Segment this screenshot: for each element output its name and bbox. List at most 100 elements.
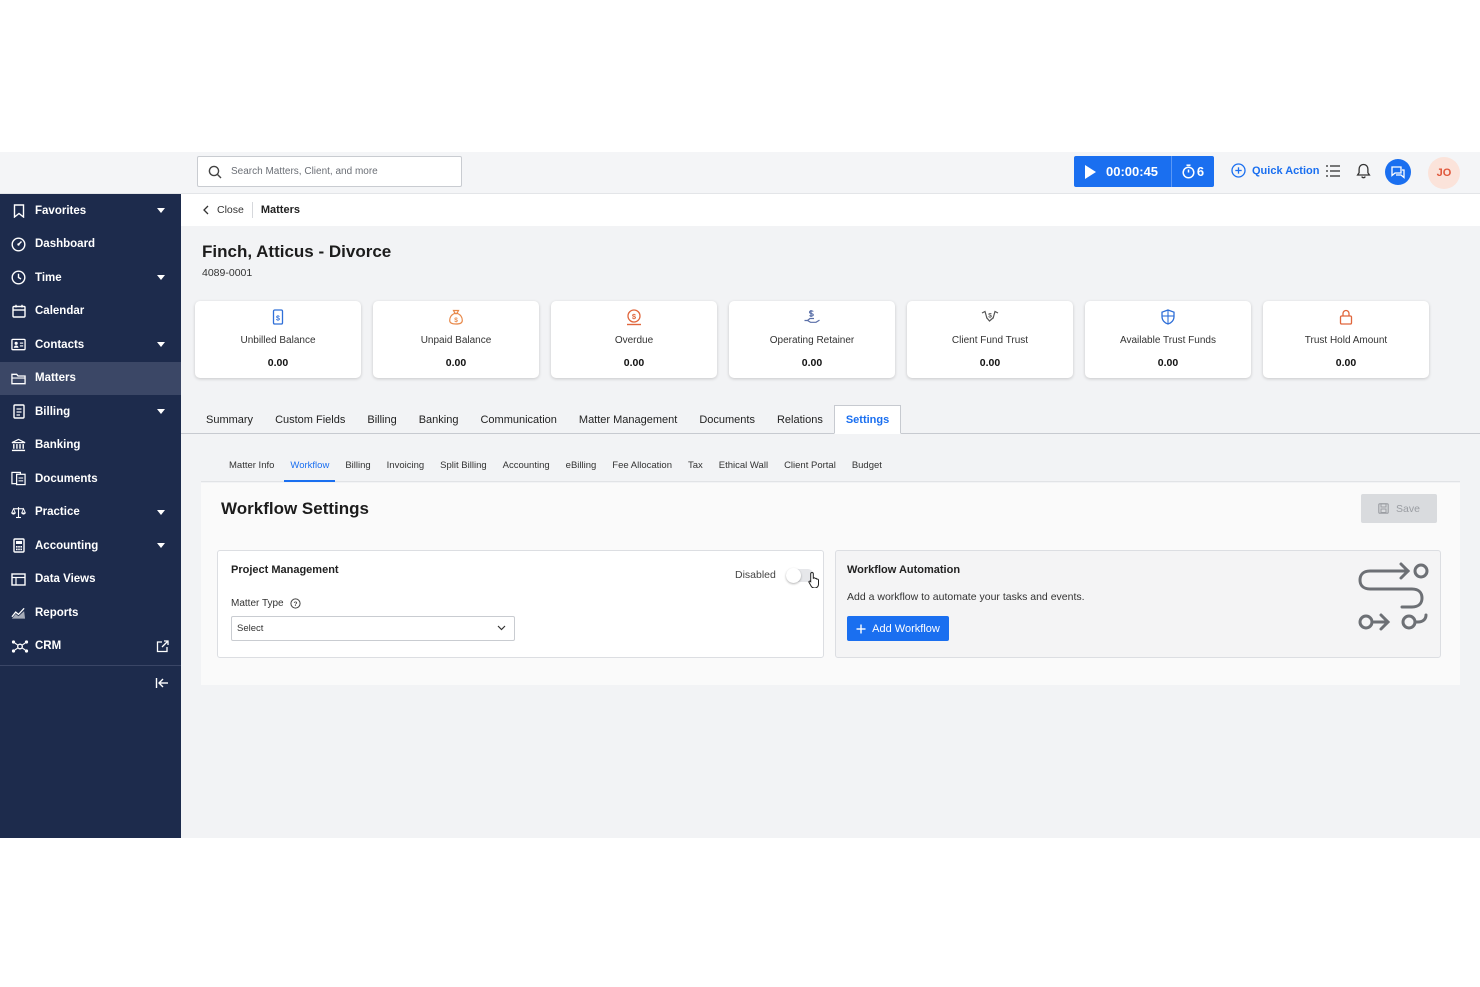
timers-count: 6 bbox=[1196, 164, 1205, 179]
sidebar-item-label: Documents bbox=[35, 472, 98, 485]
card-operating-retainer[interactable]: Operating Retainer 0.00 bbox=[729, 301, 895, 378]
calculator-icon bbox=[11, 538, 26, 553]
collapse-sidebar-button[interactable] bbox=[0, 665, 181, 700]
bank-icon bbox=[11, 438, 26, 453]
subtab-split-billing[interactable]: Split Billing bbox=[434, 452, 492, 482]
caret-down-icon bbox=[157, 208, 165, 213]
card-trust-hold-amount[interactable]: Trust Hold Amount 0.00 bbox=[1263, 301, 1429, 378]
card-unbilled-balance[interactable]: $ Unbilled Balance 0.00 bbox=[195, 301, 361, 378]
save-button[interactable]: Save bbox=[1361, 494, 1437, 523]
chat-button[interactable] bbox=[1385, 159, 1411, 185]
matter-type-select[interactable]: Select bbox=[231, 616, 515, 641]
handshake-icon: $ bbox=[981, 308, 999, 326]
subtab-tax[interactable]: Tax bbox=[682, 452, 709, 482]
sidebar-item-practice[interactable]: Practice bbox=[0, 496, 181, 530]
card-client-fund-trust[interactable]: $ Client Fund Trust 0.00 bbox=[907, 301, 1073, 378]
sidebar-item-favorites[interactable]: Favorites bbox=[0, 194, 181, 228]
sidebar-item-label: Reports bbox=[35, 606, 79, 619]
tab-billing[interactable]: Billing bbox=[356, 404, 407, 433]
subtab-ethical-wall[interactable]: Ethical Wall bbox=[713, 452, 774, 482]
quick-action-button[interactable]: Quick Action bbox=[1231, 163, 1319, 178]
chevron-left-icon bbox=[203, 205, 217, 215]
quick-action-label: Quick Action bbox=[1252, 164, 1320, 177]
sidebar-item-reports[interactable]: Reports bbox=[0, 596, 181, 630]
subtab-billing[interactable]: Billing bbox=[339, 452, 376, 482]
workflow-automation-heading: Workflow Automation bbox=[847, 564, 961, 576]
project-management-card: Project Management Disabled Matter Type … bbox=[217, 550, 824, 658]
sidebar-item-time[interactable]: Time bbox=[0, 261, 181, 295]
tab-communication[interactable]: Communication bbox=[469, 404, 567, 433]
card-label: Unpaid Balance bbox=[420, 335, 492, 346]
sidebar-item-accounting[interactable]: Accounting bbox=[0, 529, 181, 563]
select-value: Select bbox=[237, 623, 264, 634]
user-avatar[interactable]: JO bbox=[1428, 157, 1460, 189]
subtab-ebilling[interactable]: eBilling bbox=[560, 452, 603, 482]
sidebar-item-dashboard[interactable]: Dashboard bbox=[0, 228, 181, 262]
tab-settings[interactable]: Settings bbox=[833, 405, 902, 434]
timer-play-button[interactable]: 00:00:45 bbox=[1074, 156, 1172, 187]
subtab-client-portal[interactable]: Client Portal bbox=[778, 452, 842, 482]
subtab-accounting[interactable]: Accounting bbox=[497, 452, 556, 482]
search-icon bbox=[208, 165, 222, 179]
overdue-icon: $ bbox=[625, 308, 643, 326]
tab-relations[interactable]: Relations bbox=[766, 404, 834, 433]
subtab-matter-info[interactable]: Matter Info bbox=[223, 452, 280, 482]
timer-time: 00:00:45 bbox=[1106, 164, 1159, 179]
workflow-settings-panel: Workflow Settings Save Project Managemen… bbox=[201, 483, 1460, 685]
sidebar-item-matters[interactable]: Matters bbox=[0, 361, 181, 395]
subtab-workflow[interactable]: Workflow bbox=[284, 452, 336, 482]
global-search[interactable] bbox=[197, 156, 462, 187]
external-link-icon[interactable] bbox=[156, 639, 169, 653]
crm-icon bbox=[11, 639, 29, 654]
sidebar-item-label: Dashboard bbox=[35, 238, 96, 251]
settings-subtabs: Matter Info Workflow Billing Invoicing S… bbox=[201, 452, 1460, 482]
sidebar-item-label: CRM bbox=[35, 640, 62, 653]
card-value: 0.00 bbox=[623, 357, 645, 369]
tab-documents[interactable]: Documents bbox=[688, 404, 766, 433]
sidebar-item-label: Time bbox=[35, 271, 62, 284]
timers-count-button[interactable]: 6 bbox=[1172, 156, 1214, 187]
card-value: 0.00 bbox=[979, 357, 1001, 369]
bell-icon[interactable] bbox=[1356, 163, 1371, 179]
plus-circle-icon bbox=[1231, 163, 1252, 178]
card-label: Trust Hold Amount bbox=[1304, 335, 1388, 346]
sidebar-item-contacts[interactable]: Contacts bbox=[0, 328, 181, 362]
workflow-automation-description: Add a workflow to automate your tasks an… bbox=[847, 591, 1085, 603]
breadcrumb: Close Matters bbox=[181, 194, 1480, 226]
project-management-heading: Project Management bbox=[231, 564, 339, 576]
add-workflow-button[interactable]: Add Workflow bbox=[847, 616, 949, 641]
card-overdue[interactable]: $ Overdue 0.00 bbox=[551, 301, 717, 378]
sidebar-item-documents[interactable]: Documents bbox=[0, 462, 181, 496]
task-list-icon[interactable] bbox=[1325, 163, 1341, 179]
card-available-trust-funds[interactable]: Available Trust Funds 0.00 bbox=[1085, 301, 1251, 378]
reports-icon bbox=[11, 605, 26, 620]
search-input[interactable] bbox=[231, 166, 451, 177]
sidebar-item-calendar[interactable]: Calendar bbox=[0, 295, 181, 329]
caret-down-icon bbox=[157, 509, 165, 515]
help-icon[interactable]: ? bbox=[284, 598, 301, 609]
billing-icon bbox=[11, 404, 26, 419]
documents-icon bbox=[11, 471, 26, 486]
sidebar-item-billing[interactable]: Billing bbox=[0, 395, 181, 429]
matter-tabs: Summary Custom Fields Billing Banking Co… bbox=[181, 405, 1480, 434]
svg-text:$: $ bbox=[632, 312, 637, 321]
sidebar-item-banking[interactable]: Banking bbox=[0, 429, 181, 463]
sidebar-item-crm[interactable]: CRM bbox=[0, 630, 181, 664]
sidebar-item-data-views[interactable]: Data Views bbox=[0, 563, 181, 597]
tab-matter-management[interactable]: Matter Management bbox=[568, 404, 688, 433]
tab-custom-fields[interactable]: Custom Fields bbox=[264, 404, 356, 433]
toggle-knob bbox=[786, 568, 801, 583]
card-value: 0.00 bbox=[801, 357, 823, 369]
tab-summary[interactable]: Summary bbox=[195, 404, 264, 433]
caret-down-icon bbox=[157, 342, 165, 347]
page-title: Finch, Atticus - Divorce bbox=[202, 242, 392, 261]
subtab-budget[interactable]: Budget bbox=[846, 452, 888, 482]
subtab-invoicing[interactable]: Invoicing bbox=[381, 452, 431, 482]
toggle-status-label: Disabled bbox=[735, 569, 776, 581]
tab-banking[interactable]: Banking bbox=[408, 404, 470, 433]
subtab-fee-allocation[interactable]: Fee Allocation bbox=[606, 452, 678, 482]
card-unpaid-balance[interactable]: $ Unpaid Balance 0.00 bbox=[373, 301, 539, 378]
timer-widget[interactable]: 00:00:45 6 bbox=[1074, 156, 1214, 187]
close-button[interactable]: Close bbox=[203, 202, 253, 218]
top-bar: 00:00:45 6 Quick Action JO bbox=[0, 152, 1480, 194]
